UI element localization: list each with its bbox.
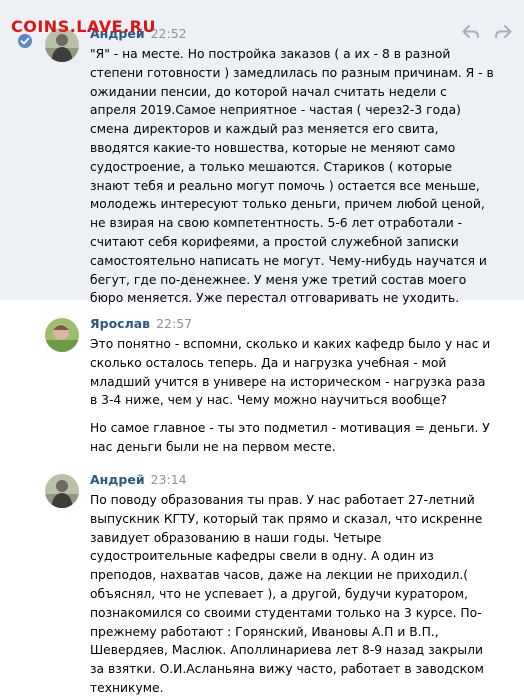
message-actions	[462, 24, 512, 44]
message-paragraph: Но самое главное - ты это подметил - мот…	[90, 421, 490, 454]
timestamp: 22:52	[150, 26, 187, 41]
avatar[interactable]	[45, 474, 79, 508]
author-name[interactable]: Андрей 23:14	[90, 472, 187, 487]
author-label[interactable]: Ярослав	[90, 316, 150, 331]
message-text: "Я" - на месте. Но постройка заказов ( а…	[90, 45, 495, 308]
message-text: Это понятно - вспомни, сколько и каких к…	[90, 335, 495, 457]
author-label[interactable]: Андрей	[90, 472, 145, 487]
timestamp: 23:14	[150, 472, 187, 487]
timestamp: 22:57	[156, 316, 193, 331]
watermark: COINS.LAVE.RU	[11, 17, 156, 36]
check-icon[interactable]	[18, 34, 32, 48]
message-paragraph: Это понятно - вспомни, сколько и каких к…	[90, 337, 491, 408]
reply-icon[interactable]	[462, 24, 480, 44]
author-name[interactable]: Ярослав 22:57	[90, 316, 192, 331]
message-paragraph: "Я" - на месте. Но постройка заказов ( а…	[90, 47, 494, 306]
avatar[interactable]	[45, 318, 79, 352]
forward-icon[interactable]	[494, 24, 512, 44]
message-text: По поводу образования ты прав. У нас раб…	[90, 491, 495, 698]
message-paragraph: По поводу образования ты прав. У нас раб…	[90, 493, 484, 695]
